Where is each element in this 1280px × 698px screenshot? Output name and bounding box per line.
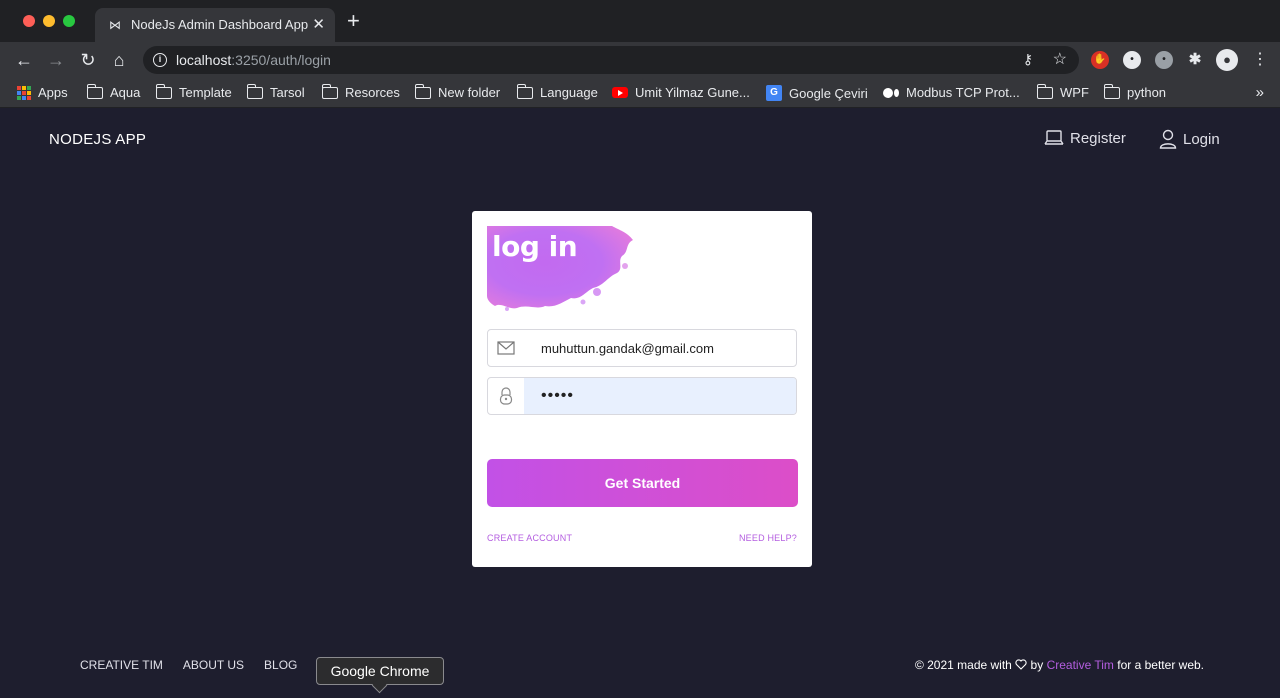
close-window-button[interactable] (23, 15, 35, 27)
bookmark-label: New folder (438, 85, 501, 100)
nav-register-label: Register (1070, 129, 1126, 147)
bookmark-medium[interactable]: Modbus TCP Prot... (883, 85, 1020, 100)
folder-icon (1103, 83, 1120, 99)
login-card: log in Get Started CREATE ACCO (472, 211, 812, 567)
tab-title: NodeJs Admin Dashboard App (131, 17, 309, 32)
footer-link-creative-tim[interactable]: CREATIVE TIM (80, 658, 163, 672)
extensions-puzzle-icon[interactable]: ✱ (1186, 51, 1204, 69)
bookmark-label: Template (179, 85, 232, 100)
adblock-extension-icon[interactable]: ✋ (1091, 51, 1109, 69)
folder-icon (1036, 83, 1053, 99)
site-info-icon[interactable]: i (153, 53, 167, 67)
bookmark-label: Modbus TCP Prot... (906, 85, 1020, 100)
extension-face-icon[interactable]: • (1123, 51, 1141, 69)
login-title: log in (492, 230, 578, 263)
bookmark-label: python (1127, 85, 1167, 100)
back-arrow-icon[interactable]: ← (13, 49, 35, 71)
forward-arrow-icon[interactable]: → (45, 49, 67, 71)
heart-icon (1015, 659, 1027, 670)
credit-by: by (1030, 658, 1044, 672)
home-icon[interactable]: ⌂ (108, 49, 130, 71)
nav-login[interactable]: Login (1159, 129, 1220, 149)
password-field[interactable] (487, 377, 797, 415)
footer-credits: © 2021 made with by Creative Tim for a b… (915, 658, 1204, 672)
bookmarks-overflow-chevron-icon[interactable]: » (1256, 84, 1264, 101)
email-input[interactable] (524, 330, 796, 366)
bookmark-star-icon[interactable]: ☆ (1053, 49, 1067, 69)
folder-icon (86, 83, 103, 99)
url-text[interactable]: localhost:3250/auth/login (176, 52, 331, 68)
password-input[interactable] (524, 378, 796, 414)
bookmark-google-translate[interactable]: G Google Çeviri (766, 85, 868, 101)
bookmark-label: Aqua (110, 85, 141, 100)
user-icon (1159, 129, 1177, 149)
get-started-button[interactable]: Get Started (487, 459, 798, 507)
bookmark-youtube[interactable]: Umit Yilmaz Gune... (612, 85, 750, 100)
folder-icon (155, 83, 172, 99)
laptop-icon (1044, 130, 1064, 145)
envelope-icon (488, 330, 524, 366)
new-tab-button[interactable]: + (347, 10, 360, 32)
medium-icon (883, 87, 899, 98)
bookmark-folder-aqua[interactable]: Aqua (86, 83, 141, 100)
bookmark-folder-new-folder[interactable]: New folder (414, 83, 501, 100)
app-page: NODEJS APP Register Login log in muhuttu… (3, 109, 1277, 698)
bookmark-folder-tarsol[interactable]: Tarsol (246, 83, 305, 100)
lock-icon (488, 378, 524, 414)
google-translate-icon: G (766, 85, 782, 101)
browser-toolbar: ← → ↻ ⌂ i localhost:3250/auth/login ⚷ ☆ … (0, 42, 1280, 78)
bookmark-label: Apps (38, 85, 68, 100)
url-host: localhost (176, 52, 232, 68)
bookmarks-bar: Apps Aqua Template Tarsol Resorces New f… (0, 78, 1280, 108)
menu-kebab-icon[interactable]: ⋮ (1249, 49, 1271, 71)
folder-icon (414, 83, 431, 99)
bookmark-label: Google Çeviri (789, 85, 868, 101)
folder-icon (246, 83, 263, 99)
nav-register[interactable]: Register (1044, 129, 1126, 147)
footer-link-about-us[interactable]: ABOUT US (183, 658, 244, 672)
reload-icon[interactable]: ↻ (77, 49, 99, 71)
youtube-icon (612, 87, 628, 98)
dock-tooltip: Google Chrome (316, 657, 444, 685)
need-help-link[interactable]: NEED HELP? (739, 533, 797, 543)
apps-grid-icon (17, 85, 31, 100)
address-bar[interactable]: i localhost:3250/auth/login ⚷ ☆ (143, 46, 1079, 74)
bookmark-folder-python[interactable]: python (1103, 83, 1167, 100)
folder-icon (516, 83, 533, 99)
login-banner: log in (487, 226, 635, 311)
footer-nav: CREATIVE TIM ABOUT US BLOG (80, 658, 297, 672)
browser-tab-bar: ⋈ NodeJs Admin Dashboard App ✕ + (0, 0, 1280, 42)
url-path: :3250/auth/login (231, 52, 331, 68)
credit-suffix: for a better web. (1117, 658, 1204, 672)
footer-link-blog[interactable]: BLOG (264, 658, 297, 672)
folder-icon (321, 83, 338, 99)
bookmark-folder-resorces[interactable]: Resorces (321, 83, 400, 100)
credit-prefix: © 2021 made with (914, 658, 1012, 672)
bookmark-label: Language (540, 85, 598, 100)
bookmark-folder-language[interactable]: Language (516, 83, 598, 100)
nav-login-label: Login (1183, 130, 1220, 148)
bookmark-label: WPF (1060, 85, 1089, 100)
tab-close-icon[interactable]: ✕ (312, 15, 325, 33)
brand-logo[interactable]: NODEJS APP (49, 131, 146, 148)
maximize-window-button[interactable] (63, 15, 75, 27)
bowtie-favicon-icon: ⋈ (109, 18, 121, 32)
email-field[interactable] (487, 329, 797, 367)
profile-avatar-icon[interactable]: ● (1216, 49, 1238, 71)
key-icon[interactable]: ⚷ (1023, 51, 1033, 68)
bookmark-label: Tarsol (270, 85, 305, 100)
browser-tab-active[interactable]: ⋈ NodeJs Admin Dashboard App ✕ (95, 8, 335, 42)
bookmark-label: Umit Yilmaz Gune... (635, 85, 750, 100)
create-account-link[interactable]: CREATE ACCOUNT (487, 533, 572, 543)
bookmark-label: Resorces (345, 85, 400, 100)
minimize-window-button[interactable] (43, 15, 55, 27)
creative-tim-link[interactable]: Creative Tim (1047, 658, 1114, 672)
extension-globe-icon[interactable]: • (1155, 51, 1173, 69)
bookmark-apps[interactable]: Apps (17, 85, 68, 100)
bookmark-folder-template[interactable]: Template (155, 83, 232, 100)
bookmark-folder-wpf[interactable]: WPF (1036, 83, 1089, 100)
